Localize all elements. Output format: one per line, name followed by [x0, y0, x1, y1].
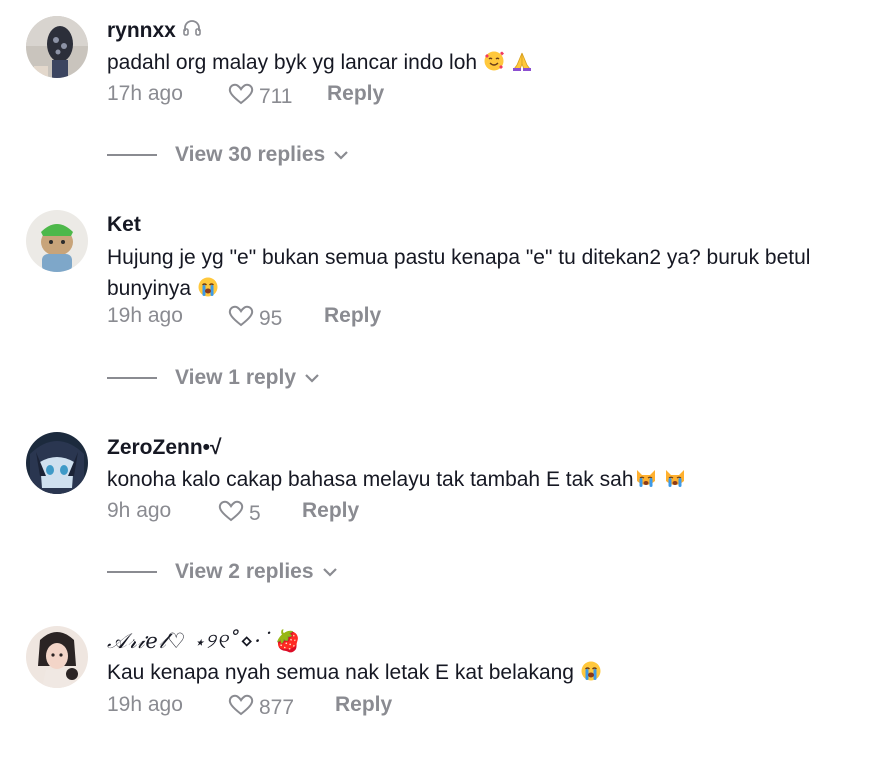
username[interactable]: Ket	[107, 213, 141, 237]
loudly-crying-face-emoji	[580, 660, 602, 691]
avatar[interactable]	[26, 210, 88, 272]
comment-body: konoha kalo cakap bahasa melayu tak tamb…	[107, 468, 634, 491]
smiling-face-hearts-emoji	[483, 50, 505, 81]
view-replies-button[interactable]: View 30 replies	[107, 143, 349, 167]
reply-button[interactable]: Reply	[327, 82, 384, 106]
comment-body: padahl org malay byk yg lancar indo loh	[107, 51, 478, 74]
chevron-down-icon	[304, 366, 320, 390]
crying-cat-emoji	[663, 467, 687, 498]
comment-text: padahl org malay byk yg lancar indo loh	[107, 47, 887, 81]
like-button[interactable]: 95	[227, 304, 282, 334]
comment-text: Kau kenapa nyah semua nak letak E kat be…	[107, 657, 887, 691]
like-count: 5	[249, 502, 261, 525]
username[interactable]: ZeroZenn•√	[107, 436, 222, 460]
heart-outline-icon	[227, 304, 255, 334]
heart-outline-icon	[227, 693, 255, 723]
chevron-down-icon	[322, 560, 338, 584]
divider-line	[107, 377, 157, 379]
timestamp: 9h ago	[107, 499, 172, 522]
view-replies-label: View 2 replies	[175, 560, 314, 583]
like-count: 877	[259, 696, 295, 719]
username[interactable]: rynnxx	[107, 18, 202, 44]
avatar[interactable]	[26, 16, 88, 78]
like-count: 711	[259, 85, 293, 108]
timestamp: 19h ago	[107, 693, 183, 716]
divider-line	[107, 571, 157, 573]
view-replies-button[interactable]: View 1 reply	[107, 366, 320, 390]
view-replies-label: View 30 replies	[175, 143, 326, 166]
comment-body: Kau kenapa nyah semua nak letak E kat be…	[107, 661, 574, 684]
like-button[interactable]: 5	[217, 499, 261, 529]
folded-hands-emoji	[511, 50, 533, 81]
timestamp: 19h ago	[107, 304, 183, 327]
timestamp: 17h ago	[107, 82, 183, 105]
username-text: ZeroZenn•√	[107, 436, 222, 459]
divider-line	[107, 154, 157, 156]
crying-cat-emoji	[634, 467, 658, 498]
username-text: Ket	[107, 213, 141, 236]
reply-button[interactable]: Reply	[302, 499, 359, 523]
heart-outline-icon	[217, 499, 245, 529]
loudly-crying-face-emoji	[197, 276, 219, 307]
username-text: 𝒜𝓇𝒾𝑒𝓁♡ ⋆୨୧˚⋄·˙🍓	[107, 629, 301, 653]
avatar[interactable]	[26, 626, 88, 688]
like-button[interactable]: 877	[227, 693, 294, 723]
reply-button[interactable]: Reply	[324, 304, 381, 328]
reply-button[interactable]: Reply	[335, 693, 392, 717]
username-text: rynnxx	[107, 19, 176, 42]
like-count: 95	[259, 307, 283, 330]
headphones-icon	[182, 18, 202, 44]
chevron-down-icon	[333, 143, 349, 167]
like-button[interactable]: 711	[227, 82, 292, 112]
view-replies-button[interactable]: View 2 replies	[107, 560, 338, 584]
view-replies-label: View 1 reply	[175, 366, 297, 389]
comment-text: konoha kalo cakap bahasa melayu tak tamb…	[107, 464, 887, 498]
username[interactable]: 𝒜𝓇𝒾𝑒𝓁♡ ⋆୨୧˚⋄·˙🍓	[107, 629, 301, 654]
heart-outline-icon	[227, 82, 255, 112]
comment-text: Hujung je yg "e" bukan semua pastu kenap…	[107, 242, 887, 307]
avatar[interactable]	[26, 432, 88, 494]
